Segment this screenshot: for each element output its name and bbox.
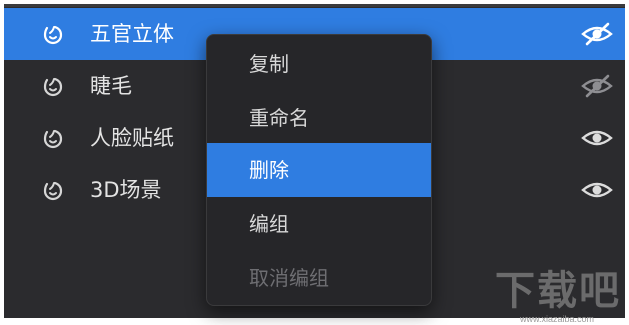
menu-item-group[interactable]: 编组 <box>207 197 431 251</box>
layer-name: 3D场景 <box>90 178 162 202</box>
menu-item-ungroup[interactable]: 取消编组 <box>207 251 431 305</box>
menu-item-rename[interactable]: 重命名 <box>207 91 431 145</box>
menu-item-copy[interactable]: 复制 <box>207 37 431 91</box>
eye-slash-icon[interactable] <box>580 72 614 100</box>
eye-slash-icon[interactable] <box>580 20 614 48</box>
menu-item-delete[interactable]: 删除 <box>207 143 431 197</box>
watermark-url: www.xiazaiba.com <box>520 314 595 324</box>
eye-icon[interactable] <box>580 124 614 152</box>
panel-top-border <box>4 4 625 7</box>
face-icon <box>42 23 64 45</box>
layer-name: 人脸贴纸 <box>90 126 174 150</box>
face-icon <box>42 75 64 97</box>
watermark-logo: 下载吧 <box>495 267 621 314</box>
layer-name: 五官立体 <box>90 22 174 46</box>
layer-name: 睫毛 <box>90 74 132 98</box>
face-icon <box>42 127 64 149</box>
eye-icon[interactable] <box>580 176 614 204</box>
face-icon <box>42 179 64 201</box>
context-menu: 复制 重命名 删除 编组 取消编组 <box>206 34 432 306</box>
